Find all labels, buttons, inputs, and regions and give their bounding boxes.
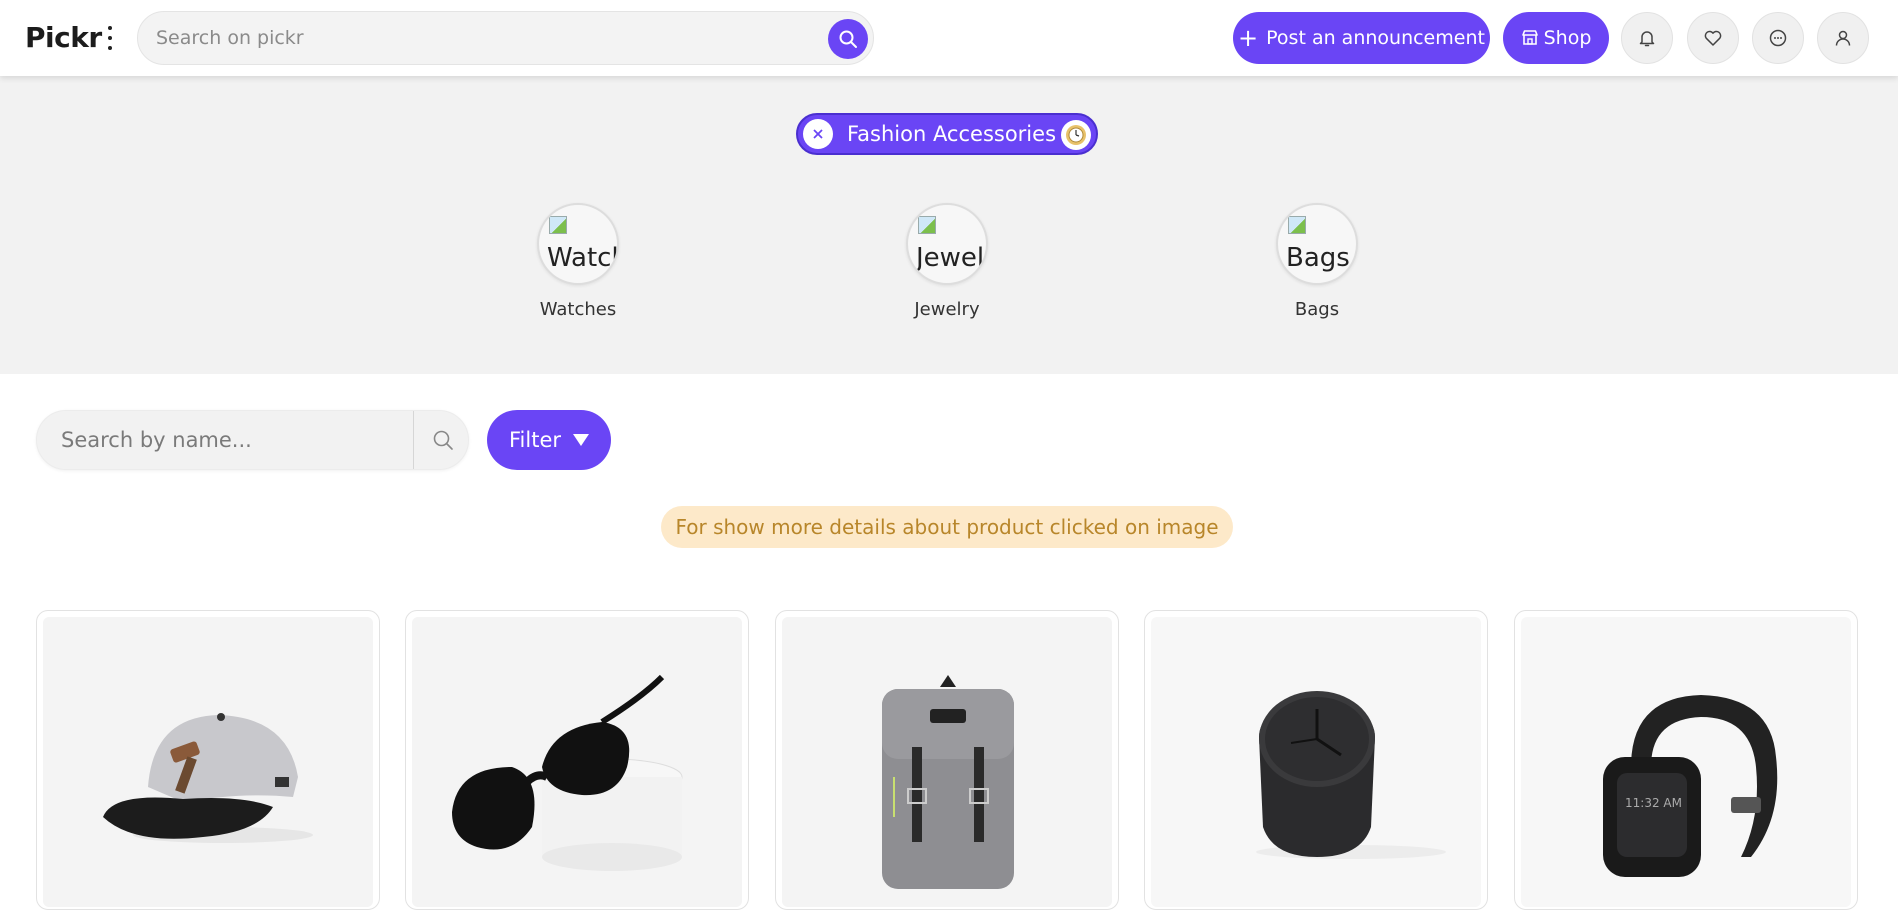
subcategory-image: Bags	[1276, 203, 1358, 285]
product-card[interactable]: 11:32 AM	[1514, 610, 1858, 910]
subcategory-label: Bags	[1294, 299, 1340, 320]
clear-category-button[interactable]	[803, 119, 833, 149]
close-icon	[813, 129, 823, 139]
selected-category-chip: Fashion Accessories	[796, 113, 1098, 155]
broken-image-icon	[549, 216, 567, 234]
app-logo[interactable]: Pickr	[25, 21, 102, 54]
product-card[interactable]	[1144, 610, 1488, 910]
subcategory-image: Jewelry	[906, 203, 988, 285]
subcategory-watches[interactable]: Watches Watches	[508, 203, 648, 320]
fitness-band-image[interactable]: 11:32 AM	[1521, 617, 1851, 907]
subcategory-label: Jewelry	[914, 299, 980, 320]
notifications-button[interactable]	[1621, 12, 1673, 64]
cap-image[interactable]	[43, 617, 373, 907]
messages-button[interactable]	[1752, 12, 1804, 64]
chat-icon	[1769, 29, 1787, 47]
top-header: Pickr + Post an announcement Shop	[0, 0, 1898, 76]
sunglasses-image[interactable]	[412, 617, 742, 907]
shop-button[interactable]: Shop	[1503, 12, 1609, 64]
global-search-bar	[137, 11, 874, 65]
product-card[interactable]	[775, 610, 1119, 910]
desk-clock-image[interactable]	[1151, 617, 1481, 907]
filter-button[interactable]: Filter	[487, 410, 611, 470]
plus-icon: +	[1238, 24, 1259, 52]
subcategory-bags[interactable]: Bags Bags	[1247, 203, 1387, 320]
subcategory-image: Watches	[537, 203, 619, 285]
more-menu-icon[interactable]	[102, 26, 118, 50]
bell-icon	[1639, 31, 1655, 47]
image-alt-text: Jewelry	[916, 243, 986, 273]
product-search-bar	[36, 410, 469, 470]
image-alt-text: Watches	[547, 243, 617, 273]
product-card[interactable]	[36, 610, 380, 910]
category-watch-icon	[1061, 120, 1091, 150]
subcategory-label: Watches	[539, 299, 617, 320]
broken-image-icon	[1288, 216, 1306, 234]
selected-category-label: Fashion Accessories	[847, 122, 1057, 146]
favorites-button[interactable]	[1687, 12, 1739, 64]
image-alt-text: Bags	[1286, 243, 1350, 273]
heart-icon	[1704, 30, 1722, 46]
post-announcement-label: Post an announcement	[1266, 27, 1485, 49]
global-search-input[interactable]	[156, 12, 796, 64]
shop-label: Shop	[1543, 27, 1592, 49]
profile-button[interactable]	[1817, 12, 1869, 64]
search-divider	[413, 411, 414, 469]
search-button[interactable]	[828, 19, 868, 59]
user-icon	[1835, 30, 1851, 46]
product-search-input[interactable]	[61, 411, 411, 469]
broken-image-icon	[918, 216, 936, 234]
store-icon	[1521, 30, 1538, 45]
post-announcement-button[interactable]: + Post an announcement	[1233, 12, 1490, 64]
category-banner: Fashion Accessories Watches Watches Jewe…	[0, 76, 1898, 374]
subcategory-jewelry[interactable]: Jewelry Jewelry	[877, 203, 1017, 320]
product-card[interactable]	[405, 610, 749, 910]
info-notice: For show more details about product clic…	[661, 506, 1233, 548]
search-icon	[839, 30, 857, 48]
product-search-button[interactable]	[423, 420, 463, 460]
backpack-image[interactable]	[782, 617, 1112, 907]
search-icon	[433, 430, 453, 450]
filter-icon	[573, 434, 589, 446]
filter-label: Filter	[508, 428, 561, 452]
svg-text:11:32 AM: 11:32 AM	[1625, 796, 1682, 810]
